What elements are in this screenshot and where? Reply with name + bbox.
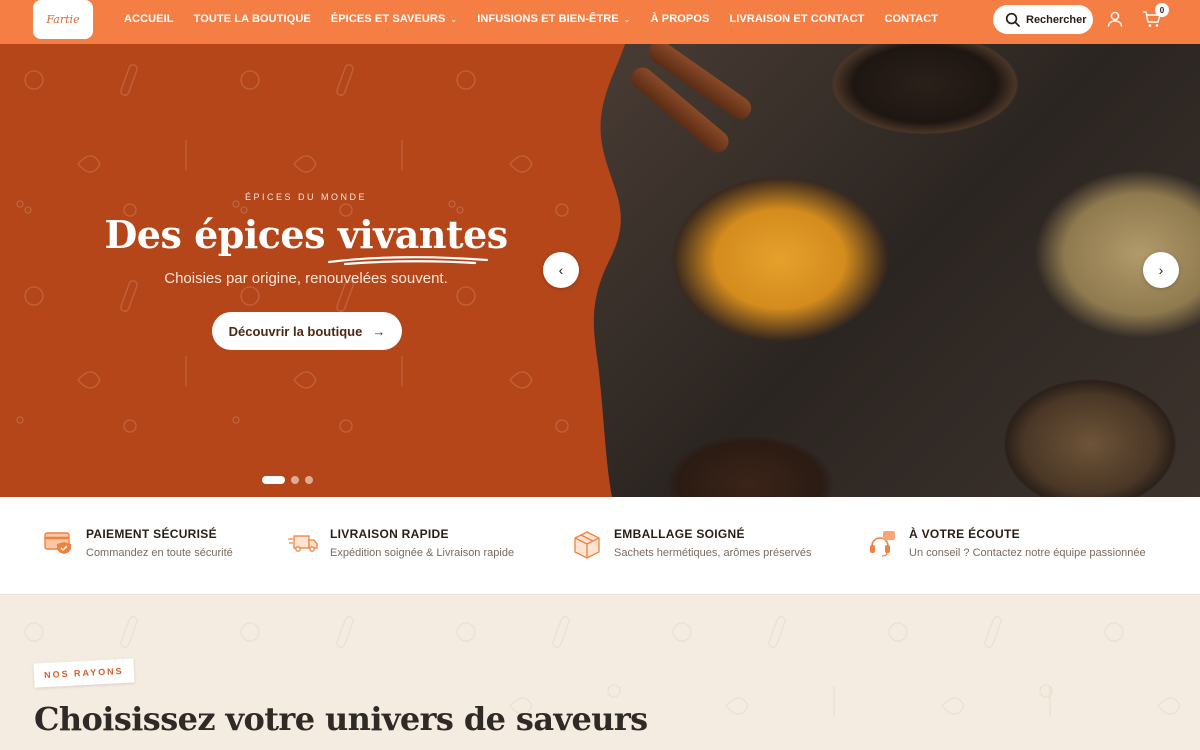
nav-label: TOUTE LA BOUTIQUE — [193, 13, 311, 25]
chevron-right-icon: › — [1158, 262, 1164, 278]
feature-text: PAIEMENT SÉCURISÉ Commandez en toute sécu… — [86, 527, 233, 559]
hero-subtitle: Choisies par origine, renouvelées souven… — [164, 270, 448, 287]
user-icon[interactable] — [1106, 10, 1124, 28]
slider-prev-button[interactable]: ‹ — [543, 252, 579, 288]
feature-title: LIVRAISON RAPIDE — [330, 527, 449, 541]
feature-fast-delivery: LIVRAISON RAPIDE Expédition soignée & Liv… — [288, 527, 514, 559]
features-bar: PAIEMENT SÉCURISÉ Commandez en toute sécu… — [0, 497, 1200, 595]
hero-title-accent: vivantes — [337, 212, 508, 257]
chevron-down-icon: ⌄ — [450, 14, 458, 24]
nav-item-infusions[interactable]: INFUSIONS ET BIEN-ÊTRE ⌄ — [477, 13, 630, 25]
chevron-left-icon: ‹ — [558, 262, 564, 278]
feature-title: À VOTRE ÉCOUTE — [909, 527, 1020, 541]
cart-count-badge: 0 — [1155, 3, 1169, 17]
nav-item-boutique[interactable]: TOUTE LA BOUTIQUE — [194, 13, 311, 25]
nav-label: LIVRAISON ET CONTACT — [729, 13, 865, 25]
package-box-icon — [574, 531, 600, 559]
feature-secure-payment: PAIEMENT SÉCURISÉ Commandez en toute sécu… — [44, 527, 233, 559]
slider-dot-1[interactable] — [262, 476, 285, 484]
search-button[interactable]: Rechercher — [993, 5, 1093, 34]
title-underline-decoration — [327, 256, 489, 266]
cta-label: Découvrir la boutique — [228, 323, 363, 339]
hero-eyebrow: ÉPICES DU MONDE — [244, 192, 367, 202]
nav-item-accueil[interactable]: ACCUEIL — [124, 13, 174, 25]
feature-desc: Sachets hermétiques, arômes préservés — [614, 547, 812, 559]
nav-item-livraison[interactable]: LIVRAISON ET CONTACT — [729, 13, 864, 25]
hero-content: ÉPICES DU MONDE Des épices vivantes Choi… — [0, 44, 612, 497]
feature-desc: Commandez en toute sécurité — [86, 547, 233, 559]
nav-label: À PROPOS — [650, 13, 710, 25]
feature-desc: Expédition soignée & Livraison rapide — [330, 547, 515, 559]
arrow-right-icon: → — [372, 323, 386, 339]
delivery-truck-icon — [288, 535, 318, 552]
search-label: Rechercher — [1026, 13, 1087, 26]
feature-title: PAIEMENT SÉCURISÉ — [86, 527, 217, 541]
nav-item-epices[interactable]: ÉPICES ET SAVEURS ⌄ — [331, 13, 457, 25]
main-nav: ACCUEIL TOUTE LA BOUTIQUE ÉPICES ET SAVE… — [124, 0, 938, 38]
feature-text: EMBALLAGE SOIGNÉ Sachets hermétiques, arô… — [614, 527, 811, 560]
spices-photo — [580, 44, 1200, 497]
feature-desc: Un conseil ? Contactez notre équipe pass… — [909, 547, 1146, 559]
credit-card-shield-icon — [44, 532, 71, 554]
headset-support-icon — [870, 531, 895, 557]
nav-label: INFUSIONS ET BIEN-ÊTRE — [477, 13, 619, 25]
nav-item-a-propos[interactable]: À PROPOS — [651, 13, 710, 25]
hero-slider: ÉPICES DU MONDE Des épices vivantes Choi… — [0, 44, 1200, 497]
feature-title: EMBALLAGE SOIGNÉ — [614, 527, 745, 541]
nav-label: ACCUEIL — [124, 13, 174, 25]
nav-item-contact[interactable]: CONTACT — [884, 13, 938, 25]
slider-next-button[interactable]: › — [1143, 252, 1179, 288]
feature-text: LIVRAISON RAPIDE Expédition soignée & Liv… — [330, 527, 514, 559]
hero-title-plain: Des épices — [104, 212, 325, 257]
slider-dots — [262, 476, 313, 484]
discover-shop-button[interactable]: Découvrir la boutique → — [212, 312, 402, 350]
feature-customer-support: À VOTRE ÉCOUTE Un conseil ? Contactez not… — [867, 527, 1146, 559]
search-icon — [1005, 12, 1020, 27]
section-title: Choisissez votre univers de saveurs — [34, 700, 648, 738]
feature-text: À VOTRE ÉCOUTE Un conseil ? Contactez not… — [909, 527, 1146, 559]
chevron-down-icon: ⌄ — [623, 14, 631, 24]
nav-label: CONTACT — [884, 13, 939, 25]
nav-label: ÉPICES ET SAVEURS — [330, 13, 446, 25]
site-header: Fartie ACCUEIL TOUTE LA BOUTIQUE ÉPICES … — [0, 0, 1200, 44]
logo[interactable]: Fartie — [33, 0, 93, 39]
slider-dot-3[interactable] — [305, 476, 313, 484]
slider-dot-2[interactable] — [291, 476, 299, 484]
logo-text: Fartie — [46, 13, 80, 26]
hero-title: Des épices vivantes — [0, 212, 612, 257]
feature-careful-packaging: EMBALLAGE SOIGNÉ Sachets hermétiques, arô… — [572, 527, 811, 560]
categories-section: NOS RAYONS Choisissez votre univers de s… — [0, 596, 1200, 750]
